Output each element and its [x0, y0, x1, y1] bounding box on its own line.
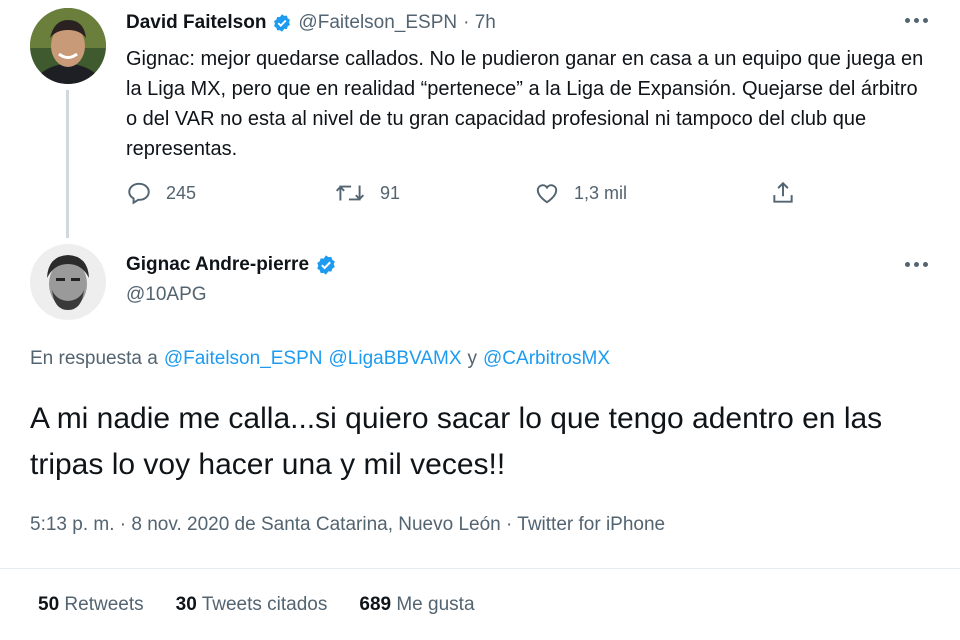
tweet1-action-bar: 245 91 1,3 mil — [126, 180, 826, 208]
quotes-stat[interactable]: 30 Tweets citados — [176, 594, 328, 616]
likes-stat-label: Me gusta — [396, 594, 475, 615]
tweet1-author-name[interactable]: David Faitelson — [126, 12, 266, 34]
like-count: 1,3 mil — [574, 182, 628, 203]
tweet2-meta[interactable]: 5:13 p. m. · 8 nov. 2020 de Santa Catari… — [30, 514, 665, 536]
reply-mention-carbitrosmx[interactable]: @CArbitrosMX — [483, 348, 610, 370]
tweet2-author-name[interactable]: Gignac Andre-pierre — [126, 254, 309, 276]
share-icon — [773, 181, 793, 203]
retweets-stat[interactable]: 50 Retweets — [38, 594, 144, 616]
avatar-gignac[interactable] — [30, 244, 106, 320]
like-button[interactable]: 1,3 mil — [534, 180, 627, 206]
like-icon — [536, 184, 558, 204]
retweet-count: 91 — [380, 182, 401, 203]
likes-stat[interactable]: 689 Me gusta — [359, 594, 474, 616]
tweet2-text: A mi nadie me calla...si quiero sacar lo… — [30, 402, 883, 481]
reply-conjunction: y — [467, 348, 478, 369]
reply-prefix: En respuesta a — [30, 348, 158, 369]
verified-badge-icon — [317, 255, 335, 275]
likes-stat-count: 689 — [359, 594, 392, 615]
quotes-stat-count: 30 — [175, 594, 197, 615]
reply-mention-faitelson[interactable]: @Faitelson_ESPN — [164, 348, 323, 370]
share-button[interactable] — [770, 180, 796, 206]
more-icon[interactable] — [905, 18, 928, 23]
tweet2-header: Gignac Andre-pierre — [126, 252, 337, 278]
retweets-stat-count: 50 — [38, 594, 60, 615]
engagement-stats: 50 Retweets 30 Tweets citados 689 Me gus… — [38, 594, 475, 616]
quotes-stat-label: Tweets citados — [201, 594, 328, 615]
reply-button[interactable]: 245 — [126, 180, 196, 206]
avatar-faitelson-image — [30, 8, 106, 84]
verified-badge-icon — [274, 14, 291, 32]
divider — [0, 568, 960, 569]
reply-mention-ligabbvamx[interactable]: @LigaBBVAMX — [329, 348, 462, 370]
reply-icon — [128, 182, 150, 205]
tweet1-text: Gignac: mejor quedarse callados. No le p… — [126, 48, 924, 160]
reply-count: 245 — [166, 182, 197, 203]
avatar-gignac-image — [30, 244, 106, 320]
tweet1-header: David Faitelson @Faitelson_ESPN · 7h — [126, 10, 496, 36]
tweet1-handle[interactable]: @Faitelson_ESPN — [298, 12, 457, 34]
reply-context: En respuesta a @Faitelson_ESPN @LigaBBVA… — [30, 348, 610, 370]
retweets-stat-label: Retweets — [64, 594, 144, 615]
tweet1-time[interactable]: · 7h — [463, 12, 496, 34]
retweet-button[interactable]: 91 — [334, 180, 400, 206]
retweet-icon — [335, 185, 365, 201]
more-icon[interactable] — [905, 262, 928, 267]
avatar-faitelson[interactable] — [30, 8, 106, 84]
tweet2-handle[interactable]: @10APG — [126, 284, 207, 306]
thread-connector-line — [66, 90, 69, 238]
